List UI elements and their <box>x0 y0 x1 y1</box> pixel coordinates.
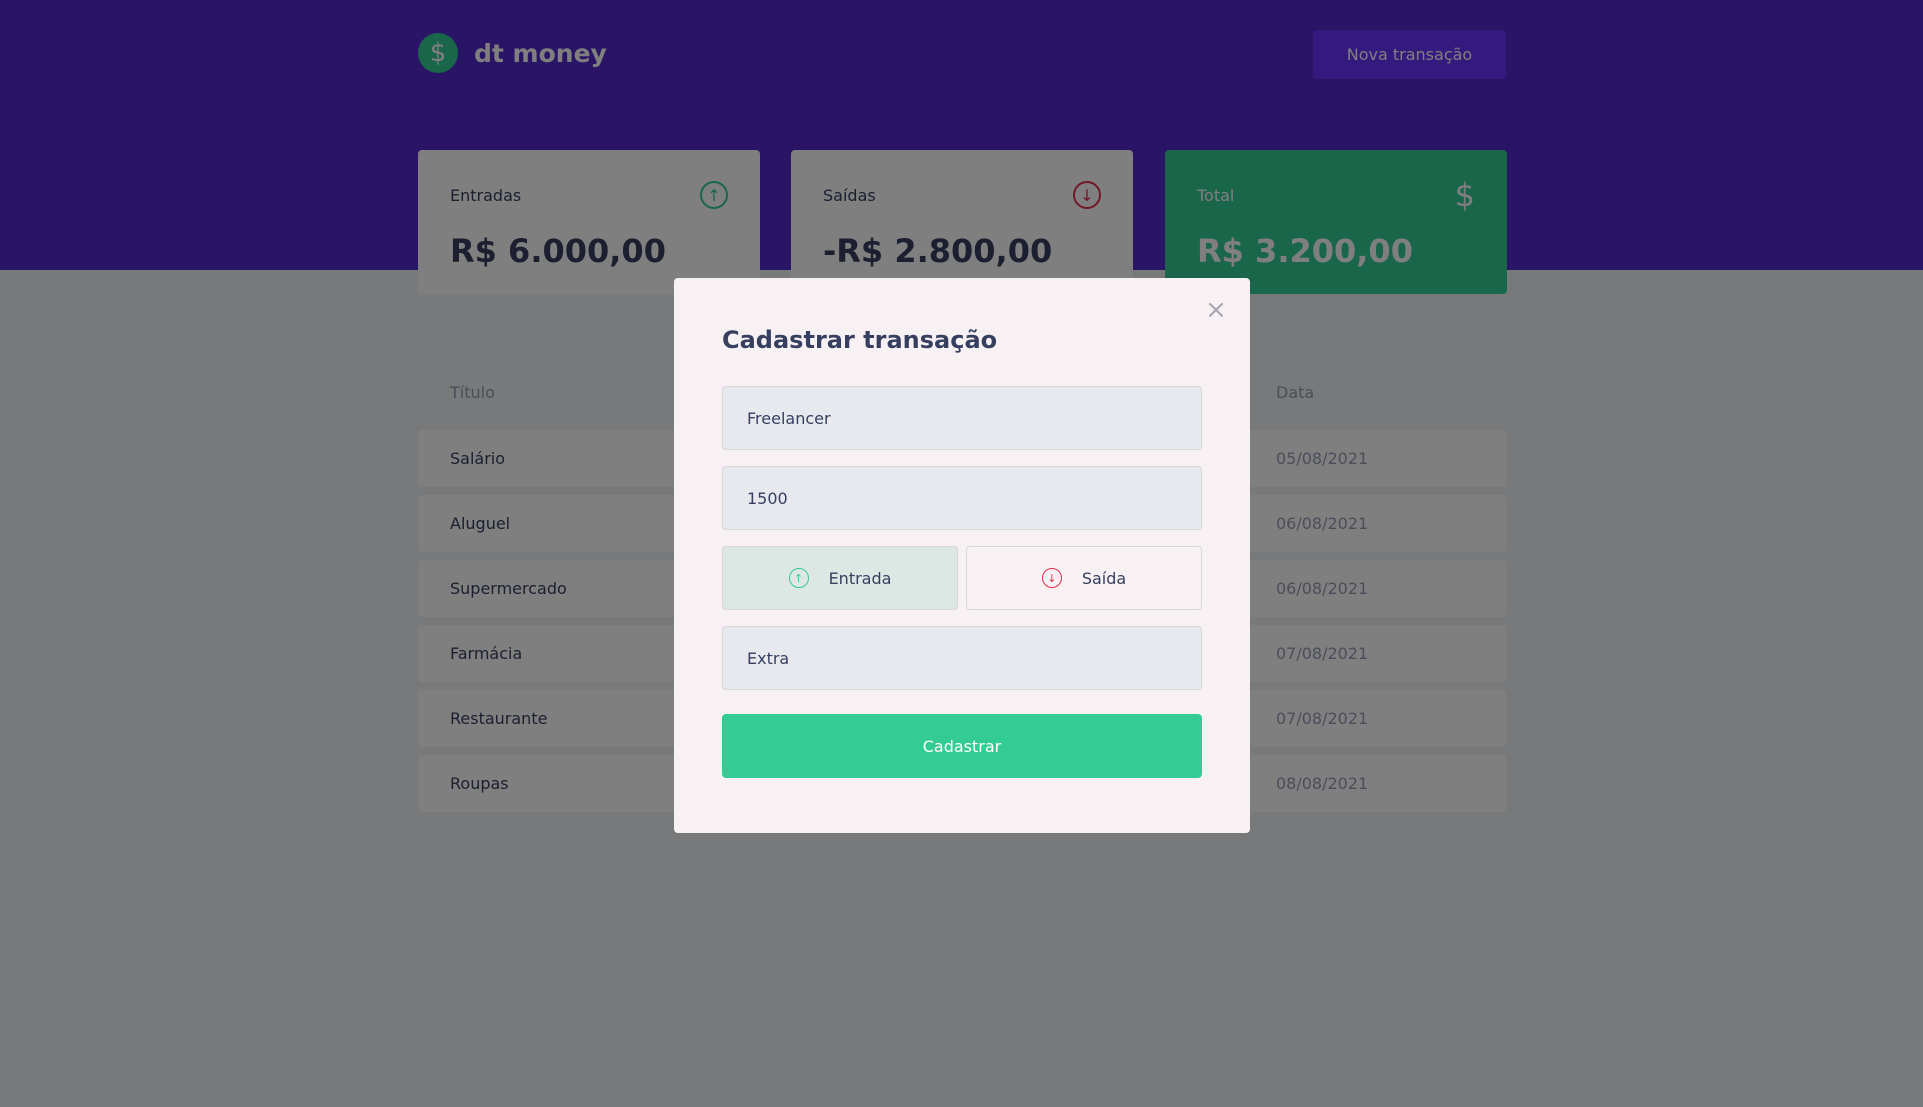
outcome-type-button[interactable]: ↓ Saída <box>966 546 1202 610</box>
amount-input[interactable] <box>722 466 1202 530</box>
submit-button[interactable]: Cadastrar <box>722 714 1202 778</box>
close-icon[interactable]: × <box>1202 296 1230 324</box>
income-type-label: Entrada <box>828 568 892 588</box>
modal-title: Cadastrar transação <box>722 326 998 354</box>
income-type-button[interactable]: ↑ Entrada <box>722 546 958 610</box>
transaction-type-selector: ↑ Entrada ↓ Saída <box>722 546 1202 610</box>
outcome-type-label: Saída <box>1081 568 1127 588</box>
arrow-up-circle-icon: ↑ <box>788 568 809 588</box>
category-input[interactable] <box>722 626 1202 690</box>
title-input[interactable] <box>722 386 1202 450</box>
new-transaction-modal: × Cadastrar transação ↑ Entrada ↓ Saída … <box>674 278 1250 833</box>
arrow-down-circle-icon: ↓ <box>1041 568 1062 588</box>
